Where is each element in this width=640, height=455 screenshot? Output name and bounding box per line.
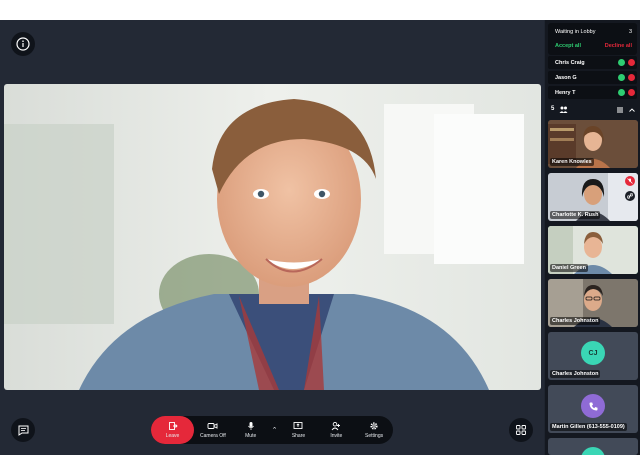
layout-button[interactable]: [509, 418, 533, 442]
decline-icon[interactable]: [628, 89, 635, 96]
phone-icon: [589, 402, 597, 410]
participant-name: Charlotte K. Rush: [550, 211, 601, 219]
leave-button[interactable]: Leave: [151, 416, 194, 444]
share-screen-icon: [294, 422, 303, 429]
decline-icon[interactable]: [628, 59, 635, 66]
avatar: [581, 394, 605, 418]
participant-tile-active[interactable]: Daniel Green: [548, 226, 638, 274]
avatar: CJ: [581, 341, 605, 365]
stage: Leave Camera Off Mute ⌃ Share Invite Set…: [0, 20, 544, 455]
share-label: Share: [291, 433, 306, 439]
lobby-person-name: Henry T: [555, 89, 576, 96]
chevron-up-icon[interactable]: [628, 106, 636, 114]
add-person-icon: [331, 421, 341, 431]
pin-button[interactable]: [625, 191, 635, 201]
leave-icon: [168, 422, 178, 430]
lobby-item: Jason G: [548, 71, 637, 84]
chat-button[interactable]: [11, 418, 35, 442]
invite-label: Invite: [330, 433, 343, 439]
participant-tile[interactable]: Martin Gillen (613-555-0109): [548, 385, 638, 433]
settings-label: Settings: [365, 433, 384, 439]
participant-name: Daniel Green: [550, 264, 588, 272]
list-menu-icon[interactable]: [616, 106, 624, 114]
participant-name: Charles Johnston: [550, 317, 601, 325]
share-button[interactable]: Share: [280, 416, 318, 444]
accept-icon[interactable]: [618, 89, 625, 96]
decline-icon[interactable]: [628, 74, 635, 81]
lobby-header: Waiting in Lobby 3 Accept all Decline al…: [548, 23, 637, 55]
main-video-feed: [4, 84, 541, 390]
accept-icon[interactable]: [618, 59, 625, 66]
participant-name: Martin Gillen (613-555-0109): [550, 423, 627, 431]
people-icon: [559, 106, 568, 113]
grid-layout-icon: [516, 425, 526, 435]
participant-tile[interactable]: [548, 438, 638, 455]
participants-count: 5: [551, 106, 555, 112]
call-toolbar: Leave Camera Off Mute ⌃ Share Invite Set…: [151, 416, 393, 444]
lobby-item: Chris Craig: [548, 56, 637, 69]
camera-label: Camera Off: [200, 433, 226, 439]
microphone-icon: [247, 422, 254, 430]
lobby-person-name: Chris Craig: [555, 59, 585, 66]
leave-label: Leave: [165, 433, 180, 439]
link-icon: [627, 193, 633, 199]
participant-tile[interactable]: CJ Charles Johnston: [548, 332, 638, 380]
invite-button[interactable]: Invite: [317, 416, 355, 444]
video-call-app: Leave Camera Off Mute ⌃ Share Invite Set…: [0, 20, 640, 455]
participants-header: 5: [548, 104, 637, 116]
gear-icon: [370, 422, 378, 430]
participant-name: Karen Knowles: [550, 158, 594, 166]
lobby-person-name: Jason G: [555, 74, 577, 81]
decline-all-button[interactable]: Decline all: [605, 43, 632, 49]
participant-tile[interactable]: Karen Knowles: [548, 120, 638, 168]
audio-options-toggle[interactable]: ⌃: [270, 416, 280, 444]
lobby-title: Waiting in Lobby: [555, 29, 596, 35]
microphone-off-icon: [627, 178, 633, 184]
info-icon: [16, 37, 30, 51]
mute-button[interactable]: Mute: [232, 416, 270, 444]
participants-panel: Waiting in Lobby 3 Accept all Decline al…: [545, 20, 640, 455]
settings-button[interactable]: Settings: [355, 416, 393, 444]
info-button[interactable]: [11, 32, 35, 56]
participant-tile[interactable]: Charlotte K. Rush: [548, 173, 638, 221]
camera-off-button[interactable]: Camera Off: [194, 416, 232, 444]
avatar: [581, 447, 605, 455]
accept-all-button[interactable]: Accept all: [555, 43, 581, 49]
chevron-up-icon: ⌃: [271, 427, 278, 434]
lobby-count: 3: [628, 29, 632, 35]
lobby-item: Henry T: [548, 86, 637, 99]
muted-indicator: [625, 176, 635, 186]
chat-icon: [18, 425, 28, 436]
participant-tile[interactable]: Charles Johnston: [548, 279, 638, 327]
participant-name: Charles Johnston: [550, 370, 601, 378]
camera-icon: [207, 423, 218, 429]
mute-label: Mute: [245, 433, 257, 439]
accept-icon[interactable]: [618, 74, 625, 81]
